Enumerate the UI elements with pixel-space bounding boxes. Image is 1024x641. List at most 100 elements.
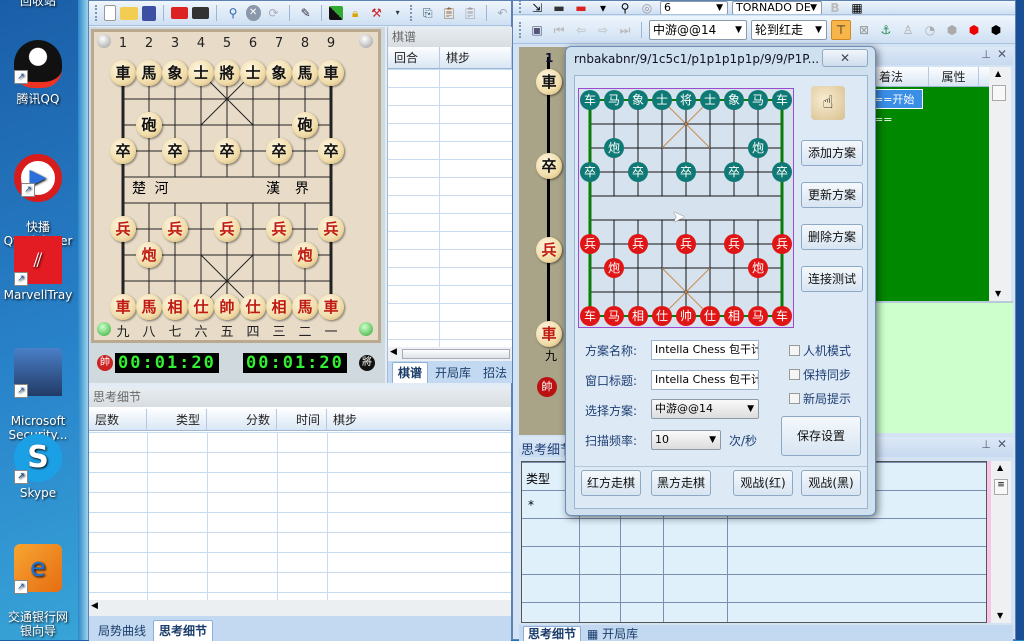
column-header-type[interactable]: 类型 <box>526 470 550 487</box>
paste-special-icon[interactable]: 📋︎ <box>462 4 479 22</box>
red-piece[interactable]: 车 <box>772 306 792 326</box>
close-icon[interactable]: ✕ <box>997 437 1007 451</box>
search-icon[interactable]: ⚲ <box>616 1 634 14</box>
red-piece[interactable]: 兵 <box>266 216 292 242</box>
black-piece[interactable]: 卒 <box>162 138 188 164</box>
engine-select[interactable]: TORNADO DE ▼ <box>732 1 822 14</box>
scroll-down-icon[interactable]: ▼ <box>995 289 1001 298</box>
teal-piece[interactable]: 车 <box>580 90 600 110</box>
horizontal-scrollbar[interactable]: ◀ <box>388 347 512 361</box>
red-piece[interactable]: 炮 <box>136 242 162 268</box>
column-header-move[interactable]: 着法 <box>873 67 929 86</box>
scroll-left-icon[interactable]: ◀ <box>390 347 397 357</box>
desktop-icon-marvell[interactable]: ⫽ ↗ MarvellTray <box>0 236 76 302</box>
table-icon[interactable]: ▦ <box>848 1 866 14</box>
column-header-score[interactable]: 分数 <box>207 409 277 430</box>
teal-piece[interactable]: 卒 <box>580 162 600 182</box>
scrollbar-thumb[interactable] <box>402 349 510 359</box>
red-computer-icon[interactable] <box>170 7 189 19</box>
human-machine-mode-checkbox[interactable]: 人机模式 <box>789 342 851 359</box>
teal-piece[interactable]: 炮 <box>604 138 624 158</box>
piece[interactable]: 卒 <box>536 153 562 179</box>
stop-icon[interactable]: ✕ <box>245 5 261 21</box>
horizontal-scrollbar[interactable]: ◀ <box>89 600 511 616</box>
disconnect-icon[interactable]: ⊠ <box>855 21 873 39</box>
teal-piece[interactable]: 卒 <box>628 162 648 182</box>
red-piece[interactable]: 兵 <box>772 234 792 254</box>
tab-opening-book[interactable]: ▦ 开局库 <box>583 627 642 641</box>
black-piece[interactable]: 卒 <box>266 138 292 164</box>
red-piece[interactable]: 馬 <box>292 294 318 320</box>
black-piece[interactable]: 士 <box>240 60 266 86</box>
scroll-up-icon[interactable]: ▲ <box>997 463 1003 472</box>
moves-grid[interactable]: 着法 属性 ==开始== <box>873 67 989 301</box>
red-piece[interactable]: 兵 <box>110 216 136 242</box>
pick-piece-cursor-icon[interactable]: ☝ <box>811 86 845 120</box>
red-piece[interactable]: 馬 <box>136 294 162 320</box>
red-piece[interactable]: 仕 <box>240 294 266 320</box>
anchor-icon[interactable]: ⚓ <box>877 21 895 39</box>
last-move-icon[interactable]: ⏭ <box>616 21 634 39</box>
black-piece[interactable]: 砲 <box>136 112 162 138</box>
black-piece[interactable]: 車 <box>318 60 344 86</box>
desktop-icon-skype[interactable]: S ↗ Skype <box>0 434 76 500</box>
red-piece[interactable]: 兵 <box>628 234 648 254</box>
black-move-button[interactable]: 黑方走棋 <box>651 470 711 496</box>
black-computer-icon[interactable] <box>192 7 210 19</box>
desktop-icon-qq[interactable]: ↗ 腾讯QQ <box>0 40 76 106</box>
teal-piece[interactable]: 卒 <box>724 162 744 182</box>
red-piece[interactable]: 相 <box>266 294 292 320</box>
red-piece[interactable]: 炮 <box>604 258 624 278</box>
thinking-grid-body[interactable] <box>89 432 511 600</box>
red-piece[interactable]: 車 <box>110 294 136 320</box>
piece[interactable]: 車 <box>536 321 562 347</box>
black-piece[interactable]: 車 <box>110 60 136 86</box>
first-move-icon[interactable]: ⏮ <box>550 21 568 39</box>
red-piece[interactable]: 兵 <box>214 216 240 242</box>
undo-icon[interactable]: ↶ <box>494 4 511 22</box>
tab-moves[interactable]: 招法 <box>478 363 512 383</box>
column-header-time[interactable]: 时间 <box>277 409 327 430</box>
scheme-select[interactable]: 中游@@14 ▼ <box>649 19 747 40</box>
save-settings-button[interactable]: 保存设置 <box>781 416 861 456</box>
column-header-property[interactable]: 属性 <box>929 67 979 86</box>
dialog-close-button[interactable]: ✕ <box>822 49 868 67</box>
scheme-name-input[interactable]: Intella Chess 包干计 <box>651 340 759 360</box>
piece[interactable]: 兵 <box>536 237 562 263</box>
vertical-scrollbar[interactable]: ▲ ▼ <box>989 67 1011 301</box>
black-piece[interactable]: 卒 <box>110 138 136 164</box>
red-piece[interactable]: 相 <box>724 306 744 326</box>
red-piece[interactable]: 車 <box>318 294 344 320</box>
red-piece[interactable]: 车 <box>580 306 600 326</box>
column-header-move[interactable]: 棋步 <box>327 409 511 430</box>
record-grid-body[interactable] <box>388 69 512 347</box>
column-header-round[interactable]: 回合 <box>388 47 440 68</box>
save-icon[interactable] <box>141 5 157 21</box>
red-piece[interactable]: 马 <box>604 306 624 326</box>
lock-icon[interactable]: 🔒︎ <box>347 4 364 22</box>
tab-thinking-details[interactable]: 思考细节 <box>153 620 214 641</box>
new-file-icon[interactable] <box>103 5 117 21</box>
keep-sync-checkbox[interactable]: 保持同步 <box>789 366 851 383</box>
pin-icon[interactable]: ⊥ <box>981 48 991 61</box>
next-move-icon[interactable]: ⇨ <box>594 21 612 39</box>
copy-icon[interactable]: ⎘ <box>419 4 436 22</box>
open-folder-icon[interactable] <box>120 6 138 20</box>
toolbar-grip[interactable] <box>410 5 413 21</box>
red-piece[interactable]: 兵 <box>676 234 696 254</box>
toolbar-grip[interactable] <box>519 1 522 14</box>
hammer-icon[interactable]: ⚒ <box>368 4 385 22</box>
select-scheme-dropdown[interactable]: 中游@@14 ▼ <box>651 399 759 419</box>
teal-piece[interactable]: 炮 <box>748 138 768 158</box>
teal-piece[interactable]: 士 <box>652 90 672 110</box>
scrollbar-thumb[interactable] <box>992 85 1006 101</box>
scroll-left-icon[interactable]: ◀ <box>91 601 98 611</box>
pin-icon[interactable]: ⊥ <box>981 438 991 451</box>
black-computer-icon[interactable]: ▬ <box>550 1 568 14</box>
red-piece[interactable]: 帅 <box>676 306 696 326</box>
red-piece[interactable]: 兵 <box>724 234 744 254</box>
new-game-prompt-checkbox[interactable]: 新局提示 <box>789 390 851 407</box>
black-piece[interactable]: 砲 <box>292 112 318 138</box>
person-icon[interactable]: ♙ <box>899 21 917 39</box>
black-piece[interactable]: 將 <box>214 60 240 86</box>
